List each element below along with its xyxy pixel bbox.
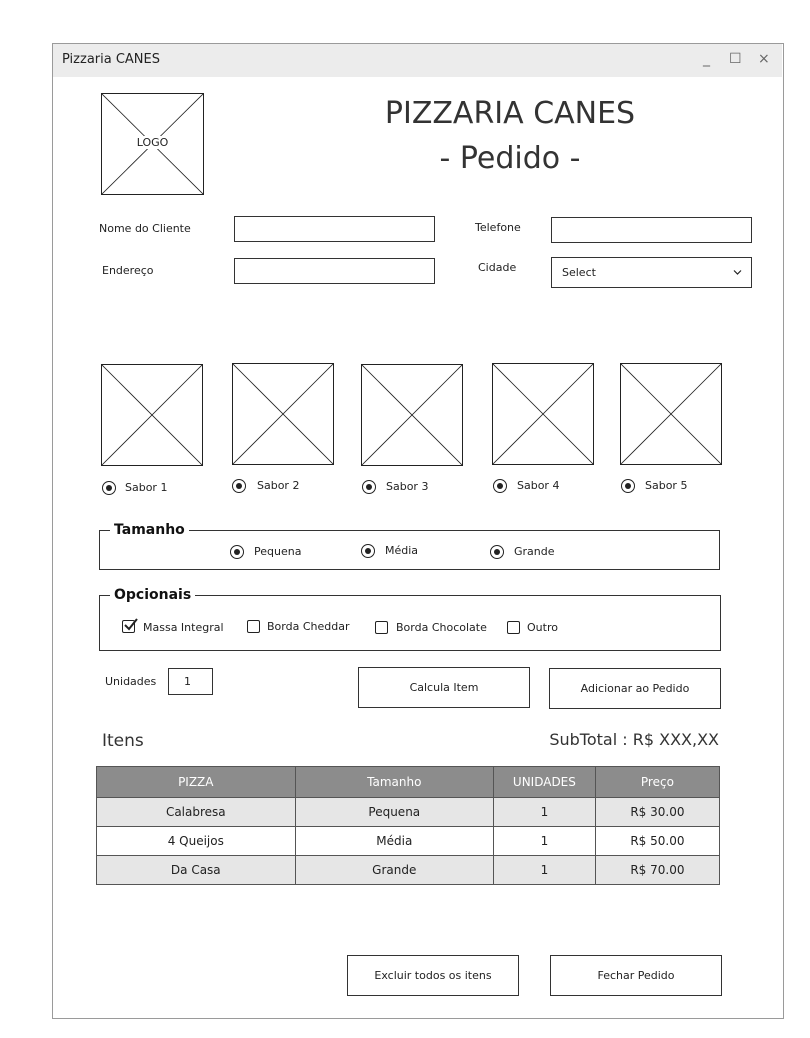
placeholder-cross-icon bbox=[621, 364, 721, 464]
cidade-label: Cidade bbox=[478, 261, 517, 274]
maximize-icon[interactable]: ☐ bbox=[729, 50, 742, 68]
sabor-3-label: Sabor 3 bbox=[386, 480, 429, 493]
column-header-tamanho: Tamanho bbox=[294, 766, 494, 798]
tamanho-grande-radio[interactable] bbox=[490, 545, 504, 559]
cell-pizza: Da Casa bbox=[96, 855, 296, 885]
window-title: Pizzaria CANES bbox=[62, 52, 160, 67]
sabor-5-label: Sabor 5 bbox=[645, 479, 688, 492]
massa-integral-label: Massa Integral bbox=[143, 621, 224, 634]
cidade-select[interactable]: Select bbox=[551, 257, 752, 288]
tamanho-pequena-label: Pequena bbox=[254, 545, 302, 558]
placeholder-cross-icon bbox=[233, 364, 333, 464]
cell-preco: R$ 70.00 bbox=[594, 855, 721, 885]
table-row[interactable]: Da Casa Grande 1 R$ 70.00 bbox=[96, 855, 721, 885]
endereco-label: Endereço bbox=[102, 264, 154, 277]
unidades-value: 1 bbox=[184, 675, 191, 688]
table-row[interactable]: Calabresa Pequena 1 R$ 30.00 bbox=[96, 797, 721, 827]
checkmark-icon bbox=[124, 618, 138, 631]
fechar-pedido-button[interactable]: Fechar Pedido bbox=[550, 955, 722, 996]
cell-tamanho: Pequena bbox=[294, 797, 494, 827]
sabor-3-image bbox=[361, 364, 463, 466]
cell-tamanho: Média bbox=[294, 826, 494, 856]
tamanho-media-radio[interactable] bbox=[361, 544, 375, 558]
column-header-pizza: PIZZA bbox=[96, 766, 296, 798]
outro-checkbox[interactable] bbox=[507, 621, 520, 634]
cell-unidades: 1 bbox=[492, 855, 596, 885]
sabor-1-image bbox=[101, 364, 203, 466]
placeholder-cross-icon bbox=[102, 365, 202, 465]
telefone-input[interactable] bbox=[551, 217, 752, 243]
borda-chocolate-checkbox[interactable] bbox=[375, 621, 388, 634]
opcionais-legend: Opcionais bbox=[110, 587, 196, 603]
borda-chocolate-label: Borda Chocolate bbox=[396, 621, 487, 634]
cell-pizza: 4 Queijos bbox=[96, 826, 296, 856]
close-icon[interactable]: × bbox=[758, 50, 770, 68]
borda-cheddar-checkbox[interactable] bbox=[247, 620, 260, 633]
tamanho-legend: Tamanho bbox=[110, 522, 189, 538]
sabor-5-image bbox=[620, 363, 722, 465]
minimize-icon[interactable]: _ bbox=[703, 50, 710, 68]
logo-placeholder: LOGO bbox=[101, 93, 204, 195]
sabor-2-radio[interactable] bbox=[232, 479, 246, 493]
excluir-itens-button[interactable]: Excluir todos os itens bbox=[347, 955, 519, 996]
tamanho-media-label: Média bbox=[385, 544, 419, 557]
cell-unidades: 1 bbox=[492, 797, 596, 827]
subtotal-text: SubTotal : R$ XXX,XX bbox=[549, 730, 719, 749]
sabor-1-label: Sabor 1 bbox=[125, 481, 168, 494]
outro-label: Outro bbox=[527, 621, 558, 634]
column-header-preco: Preço bbox=[594, 766, 721, 798]
nome-input[interactable] bbox=[234, 216, 435, 242]
logo-text: LOGO bbox=[135, 136, 170, 149]
massa-integral-checkbox[interactable] bbox=[122, 618, 138, 633]
adicionar-pedido-button[interactable]: Adicionar ao Pedido bbox=[549, 668, 721, 709]
endereco-input[interactable] bbox=[234, 258, 435, 284]
sabor-2-image bbox=[232, 363, 334, 465]
sabor-4-radio[interactable] bbox=[493, 479, 507, 493]
placeholder-cross-icon bbox=[493, 364, 593, 464]
chevron-down-icon bbox=[733, 270, 742, 275]
unidades-label: Unidades bbox=[105, 675, 157, 688]
calcula-item-button[interactable]: Calcula Item bbox=[358, 667, 530, 708]
nome-label: Nome do Cliente bbox=[99, 222, 191, 235]
itens-title: Itens bbox=[102, 731, 144, 751]
title-bar bbox=[53, 44, 782, 77]
sabor-5-radio[interactable] bbox=[621, 479, 635, 493]
page-title: PIZZARIA CANES bbox=[384, 96, 636, 131]
tamanho-pequena-radio[interactable] bbox=[230, 545, 244, 559]
page-subtitle: - Pedido - bbox=[439, 141, 581, 176]
borda-cheddar-label: Borda Cheddar bbox=[267, 620, 350, 633]
tamanho-grande-label: Grande bbox=[514, 545, 555, 558]
table-header-row: PIZZA Tamanho UNIDADES Preço bbox=[96, 766, 721, 798]
placeholder-cross-icon bbox=[362, 365, 462, 465]
table-row[interactable]: 4 Queijos Média 1 R$ 50.00 bbox=[96, 826, 721, 856]
cell-tamanho: Grande bbox=[294, 855, 494, 885]
sabor-4-label: Sabor 4 bbox=[517, 479, 560, 492]
cidade-select-value: Select bbox=[562, 266, 596, 279]
cell-unidades: 1 bbox=[492, 826, 596, 856]
telefone-label: Telefone bbox=[475, 221, 521, 234]
sabor-1-radio[interactable] bbox=[102, 481, 116, 495]
sabor-2-label: Sabor 2 bbox=[257, 479, 300, 492]
unidades-input[interactable]: 1 bbox=[168, 668, 213, 695]
cell-preco: R$ 50.00 bbox=[594, 826, 721, 856]
sabor-4-image bbox=[492, 363, 594, 465]
cell-preco: R$ 30.00 bbox=[594, 797, 721, 827]
itens-table: PIZZA Tamanho UNIDADES Preço Calabresa P… bbox=[96, 766, 721, 885]
cell-pizza: Calabresa bbox=[96, 797, 296, 827]
sabor-3-radio[interactable] bbox=[362, 480, 376, 494]
column-header-unidades: UNIDADES bbox=[492, 766, 596, 798]
